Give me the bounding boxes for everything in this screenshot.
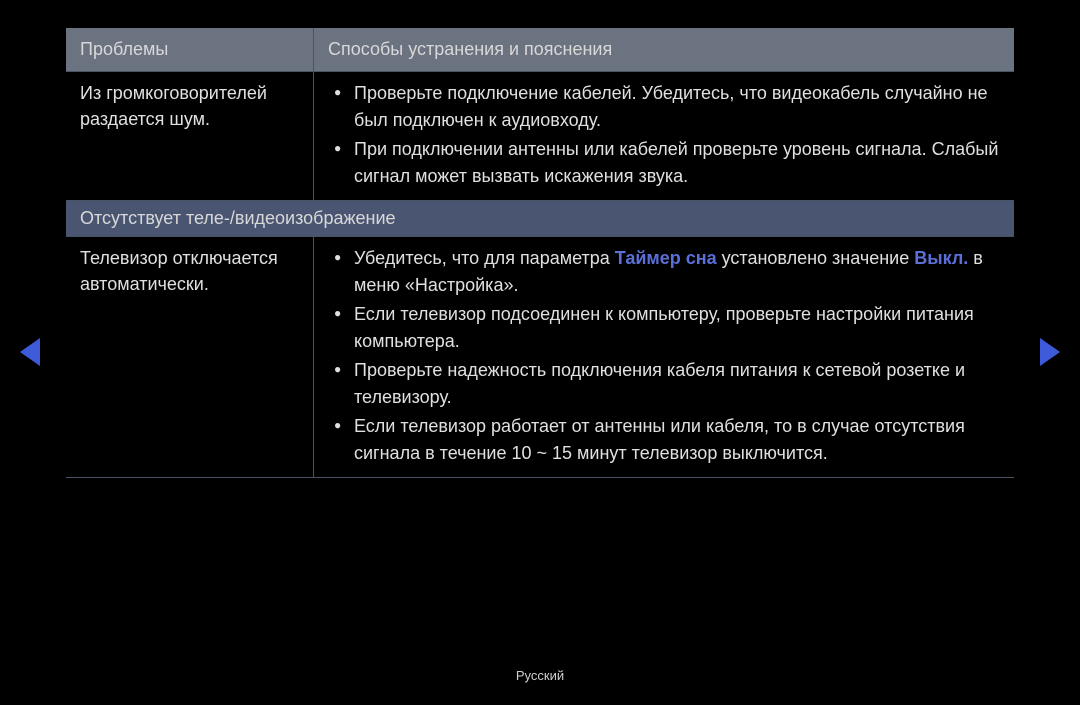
troubleshooting-table: Проблемы Способы устранения и пояснения …	[66, 28, 1014, 478]
highlight-sleep-timer: Таймер сна	[615, 248, 717, 268]
list-item: При подключении антенны или кабелей пров…	[328, 136, 1004, 190]
problem-cell: Телевизор отключается автоматически.	[66, 237, 314, 477]
table-row: Из громкоговорителей раздается шум. Пров…	[66, 72, 1014, 201]
next-page-arrow-icon[interactable]	[1040, 338, 1060, 366]
text-seg: установлено значение	[717, 248, 915, 268]
solutions-cell: Убедитесь, что для параметра Таймер сна …	[314, 237, 1014, 477]
table-row: Телевизор отключается автоматически. Убе…	[66, 237, 1014, 478]
highlight-off: Выкл.	[914, 248, 968, 268]
header-solutions: Способы устранения и пояснения	[314, 28, 1014, 71]
list-item: Проверьте подключение кабелей. Убедитесь…	[328, 80, 1004, 134]
list-item: Если телевизор работает от антенны или к…	[328, 413, 1004, 467]
prev-page-arrow-icon[interactable]	[20, 338, 40, 366]
header-problems: Проблемы	[66, 28, 314, 71]
text-seg: Убедитесь, что для параметра	[354, 248, 615, 268]
list-item: Убедитесь, что для параметра Таймер сна …	[328, 245, 1004, 299]
section-header: Отсутствует теле-/видеоизображение	[66, 201, 1014, 237]
footer-language: Русский	[0, 668, 1080, 683]
solutions-cell: Проверьте подключение кабелей. Убедитесь…	[314, 72, 1014, 200]
problem-cell: Из громкоговорителей раздается шум.	[66, 72, 314, 200]
list-item: Если телевизор подсоединен к компьютеру,…	[328, 301, 1004, 355]
list-item: Проверьте надежность подключения кабеля …	[328, 357, 1004, 411]
table-header: Проблемы Способы устранения и пояснения	[66, 28, 1014, 72]
section-title: Отсутствует теле-/видеоизображение	[66, 201, 1014, 236]
